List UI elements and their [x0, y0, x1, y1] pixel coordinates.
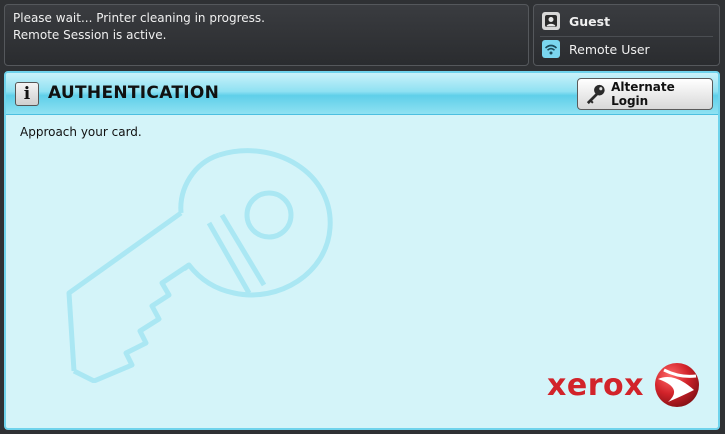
status-line-2: Remote Session is active.: [13, 28, 167, 42]
wifi-icon: [542, 40, 560, 58]
instruction-message: Approach your card.: [20, 125, 142, 139]
user-name-row[interactable]: Guest: [542, 11, 610, 31]
user-panel[interactable]: Guest Remote User: [533, 4, 720, 66]
xerox-logo: xerox: [547, 362, 700, 408]
info-icon[interactable]: i: [15, 82, 39, 106]
authentication-panel: i AUTHENTICATION Alternate Login Approac…: [4, 71, 720, 430]
status-line-1: Please wait... Printer cleaning in progr…: [13, 11, 265, 25]
session-label: Remote User: [569, 41, 650, 57]
user-name: Guest: [569, 13, 611, 29]
user-panel-divider: [540, 36, 713, 37]
xerox-wordmark: xerox: [547, 367, 644, 403]
key-watermark-icon: [66, 148, 333, 383]
alternate-login-label: Alternate Login: [611, 80, 675, 108]
device-screen: Please wait... Printer cleaning in progr…: [0, 0, 725, 434]
key-icon: [586, 84, 605, 105]
alternate-login-button[interactable]: Alternate Login: [577, 78, 713, 110]
session-row: Remote User: [542, 39, 650, 59]
page-title: AUTHENTICATION: [48, 83, 220, 103]
status-message-panel: Please wait... Printer cleaning in progr…: [4, 4, 529, 66]
user-icon: [542, 12, 560, 30]
xerox-sphere-icon: [655, 363, 699, 407]
panel-title-bar: i AUTHENTICATION Alternate Login: [6, 73, 718, 115]
